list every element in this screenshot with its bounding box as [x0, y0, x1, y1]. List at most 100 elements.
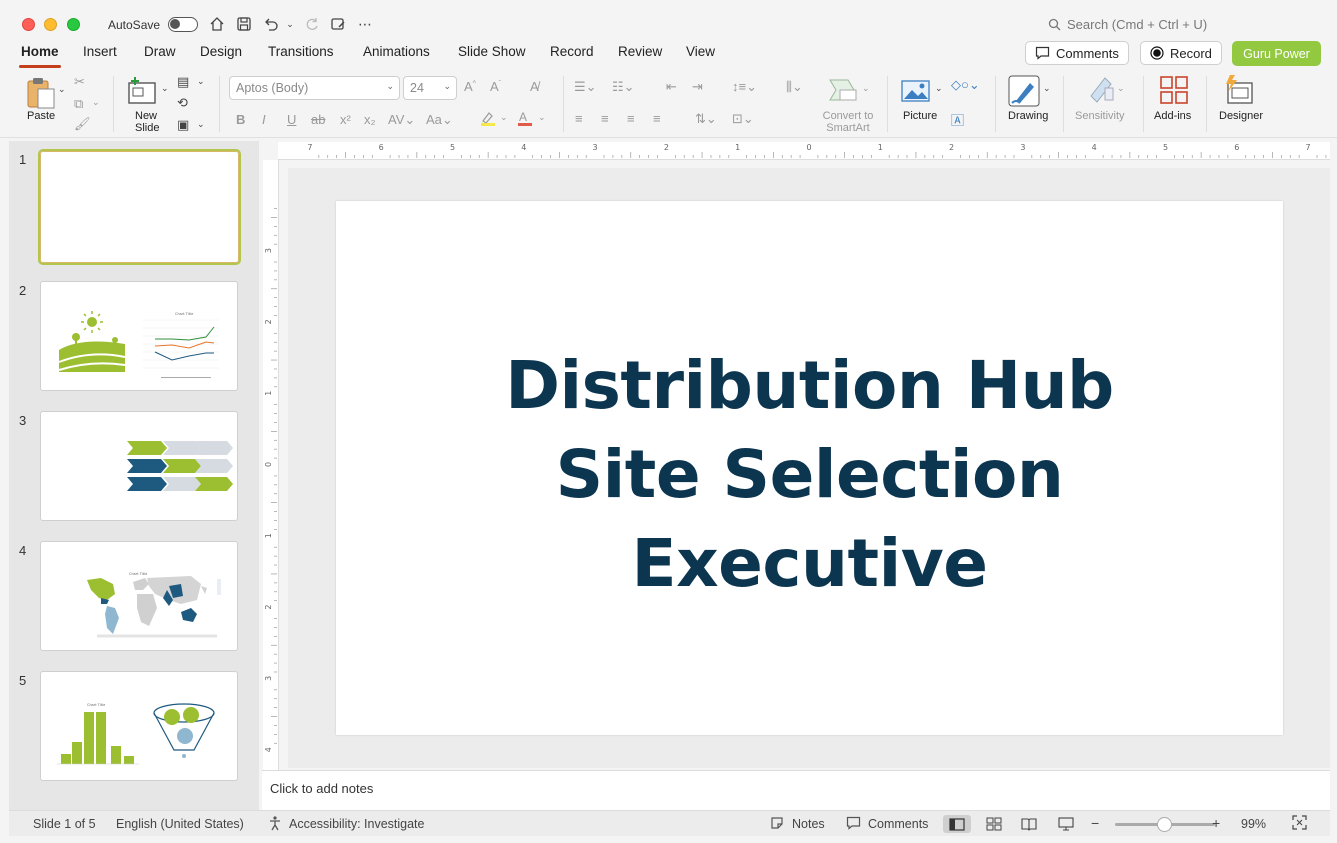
tab-design[interactable]: Design	[198, 44, 244, 59]
accessibility-status[interactable]: Accessibility: Investigate	[289, 817, 424, 831]
align-text-icon[interactable]: ⊡⌄	[732, 111, 754, 127]
columns-icon[interactable]: ⫼⌄	[786, 79, 803, 95]
layout-dropdown-chevron-icon[interactable]: ⌄	[197, 76, 205, 87]
align-left-icon[interactable]: ≡	[575, 111, 583, 126]
current-slide[interactable]: Distribution Hub Site Selection Executiv…	[336, 201, 1283, 735]
tab-record[interactable]: Record	[548, 44, 596, 59]
copy-dropdown-chevron-icon[interactable]: ⌄	[92, 97, 100, 108]
reading-view-icon[interactable]	[1015, 815, 1043, 833]
font-name-select[interactable]: Aptos (Body) ⌄	[229, 76, 400, 100]
highlight-icon[interactable]: ⌄	[480, 110, 510, 129]
slide-thumbnail-1[interactable]	[38, 149, 241, 265]
notes-pane[interactable]: Click to add notes	[262, 770, 1330, 810]
tab-review[interactable]: Review	[616, 44, 664, 59]
tab-transitions[interactable]: Transitions	[266, 44, 336, 59]
paste-icon[interactable]	[24, 76, 60, 112]
sensitivity-dropdown-chevron-icon[interactable]: ⌄	[1117, 83, 1125, 94]
smartart-dropdown-chevron-icon[interactable]: ⌄	[862, 83, 870, 94]
slide-thumbnail-2[interactable]: Chart Title	[40, 281, 238, 391]
picture-icon[interactable]	[901, 78, 931, 104]
justify-icon[interactable]: ≡	[653, 111, 661, 126]
picture-dropdown-chevron-icon[interactable]: ⌄	[935, 83, 943, 94]
shapes-icon[interactable]: ◇○⌄	[951, 77, 980, 93]
align-center-icon[interactable]: ≡	[601, 111, 609, 126]
cut-icon[interactable]: ✂	[74, 74, 85, 90]
save-icon[interactable]	[234, 14, 254, 34]
normal-view-icon[interactable]	[943, 815, 971, 833]
new-slide-icon[interactable]	[127, 76, 159, 108]
new-slide-dropdown-chevron-icon[interactable]: ⌄	[161, 83, 169, 94]
tab-insert[interactable]: Insert	[81, 44, 119, 59]
numbering-icon[interactable]: ☷⌄	[612, 79, 635, 95]
superscript-icon[interactable]: x²	[340, 112, 351, 127]
layout-icon[interactable]: ▤	[177, 74, 189, 90]
slide-sorter-view-icon[interactable]	[980, 815, 1008, 833]
subscript-icon[interactable]: x₂	[364, 112, 376, 127]
slide-thumbnail-pane[interactable]: 1 2 Chart Title 3 4 Chart Title 5 Chart …	[9, 141, 259, 810]
tab-animations[interactable]: Animations	[361, 44, 432, 59]
tab-home[interactable]: Home	[19, 44, 61, 68]
align-right-icon[interactable]: ≡	[627, 111, 635, 126]
bullets-icon[interactable]: ☰⌄	[574, 79, 597, 95]
fit-to-window-icon[interactable]	[1292, 815, 1307, 833]
font-size-select[interactable]: 24 ⌄	[403, 76, 457, 100]
strikethrough-icon[interactable]: ab	[311, 112, 325, 127]
change-case-icon[interactable]: Aa⌄	[426, 112, 453, 128]
paste-dropdown-chevron-icon[interactable]: ⌄	[58, 84, 66, 95]
sensitivity-icon[interactable]	[1087, 74, 1115, 104]
decrease-indent-icon[interactable]: ⇤	[666, 79, 677, 95]
format-painter-icon[interactable]: 🖌	[74, 116, 91, 132]
minimize-window-button[interactable]	[44, 18, 57, 31]
zoom-slider-handle[interactable]	[1157, 817, 1172, 832]
zoom-out-icon[interactable]: −	[1091, 815, 1099, 831]
textbox-icon[interactable]: 🄰	[951, 110, 964, 129]
slide-title[interactable]: Distribution Hub Site Selection Executiv…	[336, 341, 1283, 608]
line-spacing-icon[interactable]: ↕≡⌄	[732, 79, 757, 95]
search-box[interactable]: Search (Cmd + Ctrl + U)	[1048, 17, 1207, 32]
horizontal-ruler[interactable]: 7 6 5 4 3 2 1 0 1 2 3 4 5 6 7	[278, 142, 1330, 160]
comments-toggle[interactable]: Comments	[868, 817, 928, 831]
guru-power-button[interactable]: Guru Power	[1232, 41, 1321, 66]
section-icon[interactable]: ▣	[177, 117, 189, 133]
customize-toolbar-icon[interactable]	[328, 14, 348, 34]
drawing-dropdown-chevron-icon[interactable]: ⌄	[1043, 83, 1051, 94]
slide-thumbnail-3[interactable]	[40, 411, 238, 521]
increase-font-size-icon[interactable]: A^	[464, 79, 476, 94]
font-color-icon[interactable]: A ⌄	[518, 110, 548, 129]
add-ins-icon[interactable]	[1159, 75, 1189, 105]
undo-icon[interactable]	[261, 14, 281, 34]
record-button[interactable]: Record	[1140, 41, 1222, 65]
increase-indent-icon[interactable]: ⇥	[692, 79, 703, 95]
section-dropdown-chevron-icon[interactable]: ⌄	[197, 119, 205, 130]
text-direction-icon[interactable]: ⇅⌄	[695, 111, 717, 127]
redo-icon[interactable]	[302, 14, 322, 34]
notes-toggle[interactable]: Notes	[792, 817, 825, 831]
autosave-toggle[interactable]	[168, 17, 198, 32]
designer-icon[interactable]	[1224, 74, 1256, 106]
comments-button[interactable]: Comments	[1025, 41, 1129, 65]
accessibility-icon[interactable]	[267, 815, 283, 834]
zoom-in-icon[interactable]: +	[1212, 815, 1220, 831]
zoom-window-button[interactable]	[67, 18, 80, 31]
tab-slide-show[interactable]: Slide Show	[456, 44, 528, 59]
vertical-ruler[interactable]: 3 2 1 0 1 2 3 4	[263, 160, 279, 770]
slide-thumbnail-4[interactable]: Chart Title	[40, 541, 238, 651]
close-window-button[interactable]	[22, 18, 35, 31]
clear-formatting-icon[interactable]: A̸	[530, 79, 539, 94]
zoom-level[interactable]: 99%	[1241, 817, 1266, 831]
slide-show-view-icon[interactable]	[1052, 815, 1080, 833]
smartart-icon[interactable]	[828, 76, 860, 104]
comments-status-icon[interactable]	[846, 816, 861, 833]
slide-thumbnail-5[interactable]: Chart Title	[40, 671, 238, 781]
more-options-icon[interactable]: ⋯	[355, 14, 375, 34]
tab-draw[interactable]: Draw	[142, 44, 178, 59]
tab-view[interactable]: View	[684, 44, 717, 59]
drawing-icon[interactable]	[1008, 75, 1040, 107]
notes-icon[interactable]	[770, 816, 784, 833]
italic-icon[interactable]: I	[262, 112, 266, 127]
reset-icon[interactable]: ⟲	[177, 95, 188, 111]
language-indicator[interactable]: English (United States)	[116, 817, 244, 831]
decrease-font-size-icon[interactable]: Aˇ	[490, 79, 501, 94]
copy-icon[interactable]: ⧉	[74, 96, 83, 112]
character-spacing-icon[interactable]: AV⌄	[388, 112, 415, 128]
